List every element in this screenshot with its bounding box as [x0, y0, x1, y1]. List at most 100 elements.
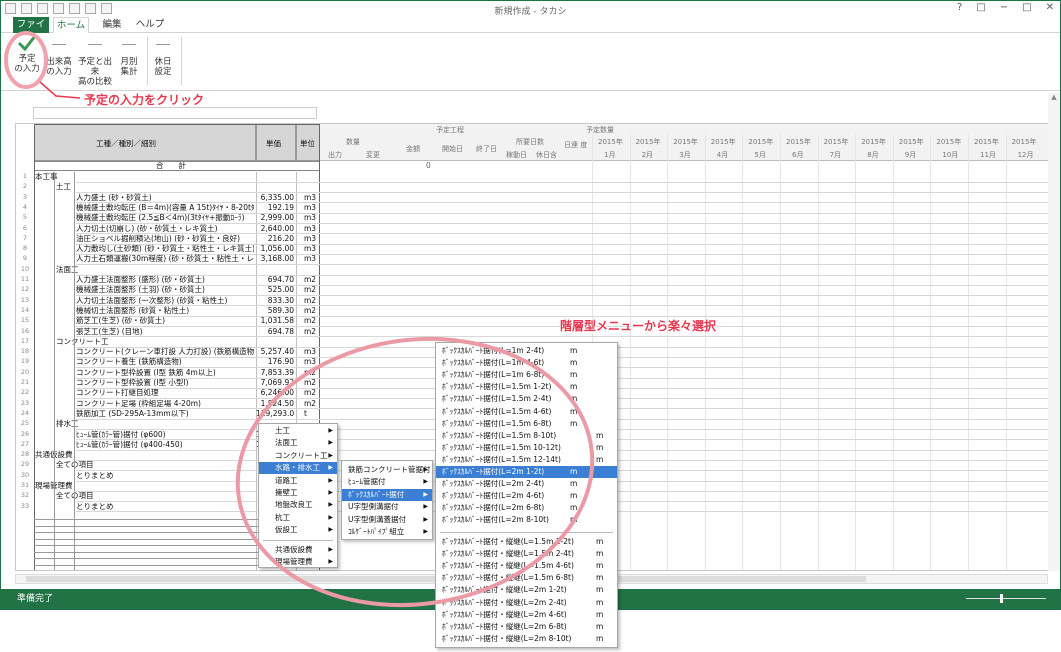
row-unit-price[interactable]: 2,999.00	[256, 213, 294, 222]
row-item-name[interactable]: とりまとめ	[76, 471, 254, 480]
row-item-name[interactable]: とりまとめ	[76, 502, 254, 511]
row-item-name[interactable]: コンクリート型枠設置 (I型 小型Ⅰ)	[76, 378, 254, 387]
work-category-menu-item[interactable]: U字型側溝据付 ▶	[342, 501, 432, 513]
row-sub-category[interactable]: 法面工	[56, 265, 79, 274]
row-item-name[interactable]: 機械盛土敷均転圧 (2.5≦B＜4m)(3tﾀｲﾔ+振動ﾛｰﾗ)	[76, 213, 254, 222]
work-type-menu-item[interactable]: 擁壁工 ▶	[259, 487, 337, 499]
work-detail-menu-item[interactable]: ﾎﾞｯｸｽｶﾙﾊﾞｰﾄ据付(L=1.5m 4-6t) m	[436, 406, 617, 418]
row-item-name[interactable]: 機械切土法面整形 (砂質・粘性土)	[76, 306, 254, 315]
minimize-icon[interactable]: −	[1000, 2, 1008, 13]
row-unit[interactable]: t	[304, 409, 307, 418]
row-unit-price[interactable]: 1,031.58	[256, 316, 294, 325]
row-unit-price[interactable]: 119,293.00	[256, 409, 294, 418]
work-detail-menu-item[interactable]: ﾎﾞｯｸｽｶﾙﾊﾞｰﾄ据付(L=1.5m 2-4t) m	[436, 393, 617, 405]
row-unit-price[interactable]: 1,056.00	[256, 244, 294, 253]
row-unit[interactable]: m3	[304, 213, 316, 222]
work-detail-menu-item-joint[interactable]: ﾎﾞｯｸｽｶﾙﾊﾞｰﾄ据付・縦継(L=1.5m 1-2t) m	[436, 536, 617, 548]
row-sub-category[interactable]: 土工	[56, 182, 71, 191]
row-item-name[interactable]: 筋芝工(生芝) (砂・砂質土)	[76, 316, 254, 325]
row-unit-price[interactable]: 192.19	[256, 203, 294, 212]
compare-button[interactable]: 予定と出来 高の比較	[75, 35, 115, 87]
work-detail-menu-item[interactable]: ﾎﾞｯｸｽｶﾙﾊﾞｰﾄ据付(L=1m 6-8t) m	[436, 369, 617, 381]
work-detail-menu-item[interactable]: ﾎﾞｯｸｽｶﾙﾊﾞｰﾄ据付(L=1.5m 10-12t) m	[436, 442, 617, 454]
work-detail-menu-item[interactable]: ﾎﾞｯｸｽｶﾙﾊﾞｰﾄ据付(L=1.5m 12-14t) m	[436, 454, 617, 466]
tab-file[interactable]: ファイル	[13, 17, 49, 46]
close-icon[interactable]: ✕	[1046, 2, 1054, 13]
row-unit-price[interactable]: 7,069.92	[256, 378, 294, 387]
row-sub-category[interactable]: 排水工	[56, 419, 79, 428]
row-unit[interactable]: m3	[304, 244, 316, 253]
row-item-name[interactable]: 鉄筋加工 (SD-295A-13mm以下)	[76, 409, 254, 418]
row-unit-price[interactable]: 694.78	[256, 327, 294, 336]
row-unit-price[interactable]: 7,853.39	[256, 368, 294, 377]
work-type-menu-item[interactable]: 土工 ▶	[259, 425, 337, 437]
work-detail-menu-item-joint[interactable]: ﾎﾞｯｸｽｶﾙﾊﾞｰﾄ据付・縦継(L=2m 6-8t) m	[436, 621, 617, 633]
row-item-name[interactable]: 張芝工(生芝) (目地)	[76, 327, 254, 336]
row-item-name[interactable]: 人力盛土 (砂・砂質土)	[76, 193, 254, 202]
work-detail-menu-item[interactable]: ﾎﾞｯｸｽｶﾙﾊﾞｰﾄ据付(L=2m 4-6t) m	[436, 490, 617, 502]
holiday-setting-button[interactable]: 休日 設定	[151, 35, 175, 77]
row-unit[interactable]: m3	[304, 193, 316, 202]
row-unit[interactable]: m2	[304, 296, 316, 305]
work-detail-menu-item[interactable]: ﾎﾞｯｸｽｶﾙﾊﾞｰﾄ据付(L=1m 4-6t) m	[436, 357, 617, 369]
row-unit[interactable]: m3	[304, 254, 316, 263]
work-category-menu-item[interactable]: ｺﾙｹﾞｰﾄﾊﾟｲﾌﾟ組立 ▶	[342, 526, 432, 538]
row-unit-price[interactable]: 6,246.00	[256, 388, 294, 397]
work-type-menu-item[interactable]: 仮設工 ▶	[259, 524, 337, 536]
row-item-name[interactable]: 人力切土(切崩し) (砂・砂質土・レキ質土)	[76, 224, 254, 233]
row-item-name[interactable]: 油圧ショベル掘削積込(地山) (砂・砂質土・良好)	[76, 234, 254, 243]
row-unit[interactable]: m3	[304, 203, 316, 212]
work-detail-menu-item[interactable]: ﾎﾞｯｸｽｶﾙﾊﾞｰﾄ据付(L=1m 2-4t) m	[436, 345, 617, 357]
row-unit-price[interactable]: 216.20	[256, 234, 294, 243]
work-detail-menu-item-joint[interactable]: ﾎﾞｯｸｽｶﾙﾊﾞｰﾄ据付・縦継(L=2m 4-6t) m	[436, 609, 617, 621]
row-unit[interactable]: m2	[304, 399, 316, 408]
formula-input[interactable]	[33, 107, 317, 119]
ribbon-display-icon[interactable]: □	[976, 2, 985, 13]
help-icon[interactable]: ?	[957, 2, 962, 13]
row-unit[interactable]: m2	[304, 368, 316, 377]
row-item-name[interactable]: ﾋｭｰﾑ管(ｶﾗｰ管)据付 (φ400-450)	[76, 440, 254, 449]
row-item-name[interactable]: 人力盛土法面整形 (盛形) (砂・砂質土)	[76, 275, 254, 284]
row-item-name[interactable]: 人力切土法面整形 (一次整形) (砂質・粘性土)	[76, 296, 254, 305]
row-unit-price[interactable]: 525.00	[256, 285, 294, 294]
work-type-menu-item[interactable]: コンクリート工 ▶	[259, 450, 337, 462]
work-category-menu-item[interactable]: ﾋｭｰﾑ管据付 ▶	[342, 476, 432, 488]
row-unit-price[interactable]: 1,824.50	[256, 399, 294, 408]
actual-input-button[interactable]: 出来高 の入力	[45, 35, 73, 77]
zoom-slider[interactable]	[966, 594, 1046, 603]
work-type-menu-item-bottom[interactable]: 現場管理費 ▶	[259, 556, 337, 568]
row-unit[interactable]: m3	[304, 357, 316, 366]
tab-edit[interactable]: 編集	[97, 17, 127, 33]
work-category-menu-item[interactable]: 鉄筋コンクリート管据付 ▶	[342, 464, 432, 476]
work-category-menu-item[interactable]: ﾎﾞｯｸｽｶﾙﾊﾞｰﾄ据付 ▶	[342, 488, 432, 501]
row-unit[interactable]: m2	[304, 327, 316, 336]
work-detail-menu-item[interactable]: ﾎﾞｯｸｽｶﾙﾊﾞｰﾄ据付(L=2m 6-8t) m	[436, 502, 617, 514]
row-item-name[interactable]: 人力土石類運搬(30m程度) (砂・砂質土・粘性土・レキ質土)	[76, 254, 254, 263]
row-unit[interactable]: m3	[304, 224, 316, 233]
row-unit[interactable]: m2	[304, 285, 316, 294]
row-item-name[interactable]: コンクリート足場 (枠組足場 4-20m)	[76, 399, 254, 408]
row-unit-price[interactable]: 589.30	[256, 306, 294, 315]
row-unit[interactable]: m2	[304, 388, 316, 397]
plan-input-button[interactable]: 予定 の入力	[11, 35, 43, 74]
work-detail-menu-item-joint[interactable]: ﾎﾞｯｸｽｶﾙﾊﾞｰﾄ据付・縦継(L=2m 8-10t) m	[436, 633, 617, 645]
row-unit[interactable]: m2	[304, 275, 316, 284]
work-type-menu-item[interactable]: 水路・排水工 ▶	[259, 462, 337, 475]
maximize-icon[interactable]: □	[1022, 2, 1031, 13]
work-detail-menu-item[interactable]: ﾎﾞｯｸｽｶﾙﾊﾞｰﾄ据付(L=1.5m 1-2t) m	[436, 381, 617, 393]
work-detail-menu-item[interactable]: ﾎﾞｯｸｽｶﾙﾊﾞｰﾄ据付(L=1.5m 8-10t) m	[436, 430, 617, 442]
row-item-name[interactable]: 機械盛土敷均転圧 (B＝4m)(容量 A 15t)ﾀｲﾔ・8-20tﾀｲﾔ)	[76, 203, 254, 212]
work-type-menu-item[interactable]: 杭工 ▶	[259, 512, 337, 524]
work-detail-menu-item[interactable]: ﾎﾞｯｸｽｶﾙﾊﾞｰﾄ据付(L=2m 1-2t) m	[436, 466, 617, 478]
vertical-scrollbar[interactable]: ▲	[1048, 93, 1060, 571]
work-category-menu-item[interactable]: U字型側溝蓋据付 ▶	[342, 514, 432, 526]
row-unit-price[interactable]: 694.70	[256, 275, 294, 284]
row-item-name[interactable]: 人力敷均し(土砂類) (砂・砂質土・粘性土・レキ質土)	[76, 244, 254, 253]
work-type-menu-item[interactable]: 地盤改良工 ▶	[259, 499, 337, 511]
row-unit-price[interactable]: 6,335.00	[256, 193, 294, 202]
work-type-menu-item[interactable]: 法面工 ▶	[259, 437, 337, 449]
work-detail-menu-item-joint[interactable]: ﾎﾞｯｸｽｶﾙﾊﾞｰﾄ据付・縦継(L=1.5m 2-4t) m	[436, 548, 617, 560]
work-detail-menu-item[interactable]: ﾎﾞｯｸｽｶﾙﾊﾞｰﾄ据付(L=1.5m 6-8t) m	[436, 418, 617, 430]
row-item-name[interactable]: コンクリート養生 (鉄筋構造物)	[76, 357, 254, 366]
work-detail-menu-item-joint[interactable]: ﾎﾞｯｸｽｶﾙﾊﾞｰﾄ据付・縦継(L=1.5m 6-8t) m	[436, 572, 617, 584]
